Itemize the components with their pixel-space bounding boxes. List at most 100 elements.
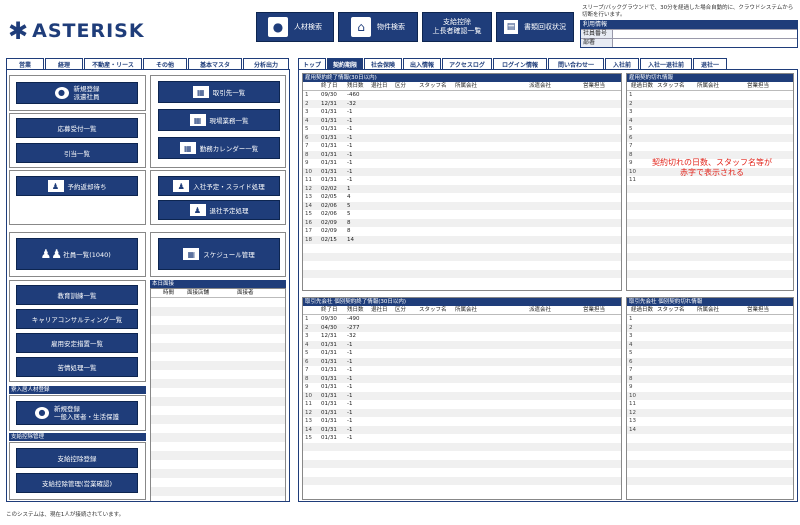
pay-manage-button[interactable]: 支給控除管理(営業確認) [16, 473, 138, 493]
table-row[interactable]: 4 01/31 -1 [303, 340, 621, 349]
table-row[interactable] [627, 244, 793, 253]
table-row[interactable]: 1 [627, 315, 793, 324]
new-dispatch-button[interactable]: ● 新規登録 派遣社員 [16, 82, 138, 104]
table-row[interactable]: 1 [627, 91, 793, 100]
tab-social-insurance[interactable]: 社会保険 [364, 58, 402, 69]
table-row[interactable]: 6 [627, 357, 793, 366]
table-row[interactable]: 4 [627, 116, 793, 125]
table-row[interactable]: 8 01/31 -1 [303, 150, 621, 159]
client-list-button[interactable]: ▦ 取引先一覧 [158, 81, 280, 103]
tab-login-info[interactable]: ログイン情報 [493, 58, 547, 69]
table-row[interactable] [627, 476, 793, 485]
table-row[interactable] [627, 184, 793, 193]
tab-inquiry[interactable]: 問い合わせ一 [548, 58, 604, 69]
table-row[interactable]: 12 01/31 -1 [303, 408, 621, 417]
table-row[interactable] [627, 210, 793, 219]
table-row[interactable]: 3 12/31 -32 [303, 332, 621, 341]
table-row[interactable] [627, 201, 793, 210]
reservation-button[interactable]: ♟ 予約返却待ち [16, 176, 138, 196]
table-row[interactable]: 9 01/31 -1 [303, 159, 621, 168]
table-row[interactable]: 9 01/31 -1 [303, 383, 621, 392]
table-row[interactable] [303, 451, 621, 460]
table-row[interactable]: 5 01/31 -1 [303, 349, 621, 358]
table-row[interactable]: 12 02/02 1 [303, 184, 621, 193]
pay-deduction-approval-button[interactable]: 支給控除 上長者確認一覧 [422, 12, 492, 42]
table-row[interactable] [303, 278, 621, 287]
table-row[interactable] [303, 442, 621, 451]
table-row[interactable]: 13 01/31 -1 [303, 417, 621, 426]
tab-realestate[interactable]: 不動産・リース [84, 58, 142, 69]
tab-accounting[interactable]: 経理 [45, 58, 83, 69]
table-row[interactable] [627, 252, 793, 261]
table-row[interactable] [303, 261, 621, 270]
table-row[interactable]: 14 01/31 -1 [303, 425, 621, 434]
tab-join-leave[interactable]: 入社一退社前 [640, 58, 692, 69]
table-row[interactable]: 2 12/31 -32 [303, 99, 621, 108]
new-general-resident-button[interactable]: ● 新規登録 一般入居者・生活保護 [16, 401, 138, 425]
table-row[interactable]: 8 [627, 374, 793, 383]
table-row[interactable]: 7 01/31 -1 [303, 366, 621, 375]
table-row[interactable] [303, 269, 621, 278]
tab-master[interactable]: 基本マスタ [188, 58, 242, 69]
table-row[interactable]: 7 [627, 366, 793, 375]
career-button[interactable]: キャリアコンサルティング一覧 [16, 309, 138, 329]
table-row[interactable] [627, 459, 793, 468]
table-row[interactable]: 3 01/31 -1 [303, 108, 621, 117]
table-row[interactable]: 11 [627, 400, 793, 409]
table-row[interactable]: 13 [627, 417, 793, 426]
table-row[interactable] [627, 235, 793, 244]
table-row[interactable] [627, 227, 793, 236]
table-row[interactable]: 4 [627, 340, 793, 349]
table-row[interactable]: 18 02/15 14 [303, 235, 621, 244]
handover-button[interactable]: 引当一覧 [16, 143, 138, 163]
table-row[interactable] [627, 193, 793, 202]
tab-top[interactable]: トップ [298, 58, 326, 69]
table-row[interactable]: 1 09/30 -460 [303, 91, 621, 100]
table-row[interactable]: 6 01/31 -1 [303, 357, 621, 366]
table-row[interactable]: 4 01/31 -1 [303, 116, 621, 125]
tab-other[interactable]: その他 [143, 58, 187, 69]
table-row[interactable]: 3 [627, 332, 793, 341]
table-row[interactable]: 2 [627, 323, 793, 332]
table-row[interactable] [627, 451, 793, 460]
education-button[interactable]: 教育訓練一覧 [16, 285, 138, 305]
table-row[interactable] [627, 218, 793, 227]
table-row[interactable]: 2 04/30 -277 [303, 323, 621, 332]
table-row[interactable]: 11 01/31 -1 [303, 400, 621, 409]
leaving-button[interactable]: ♟ 退社予定処理 [158, 200, 280, 220]
table-row[interactable]: 5 01/31 -1 [303, 125, 621, 134]
work-calendar-button[interactable]: ▦ 勤務カレンダー一覧 [158, 137, 280, 159]
table-row[interactable]: 5 [627, 349, 793, 358]
employment-stability-button[interactable]: 雇用安定措置一覧 [16, 333, 138, 353]
table-row[interactable]: 15 01/31 -1 [303, 434, 621, 443]
table-row[interactable] [303, 459, 621, 468]
table-row[interactable] [303, 485, 621, 494]
table-row[interactable] [627, 278, 793, 287]
tab-after-leave[interactable]: 退社一 [693, 58, 727, 69]
table-row[interactable] [627, 468, 793, 477]
workplace-list-button[interactable]: ▦ 現場業務一覧 [158, 109, 280, 131]
table-row[interactable] [627, 434, 793, 443]
table-row[interactable]: 6 01/31 -1 [303, 133, 621, 142]
table-row[interactable] [303, 476, 621, 485]
table-row[interactable] [303, 468, 621, 477]
table-row[interactable] [303, 252, 621, 261]
pay-register-button[interactable]: 支給控除登録 [16, 448, 138, 468]
property-search-button[interactable]: ⌂ 物件検索 [338, 12, 418, 42]
tab-in-out[interactable]: 出入情報 [403, 58, 441, 69]
table-row[interactable]: 3 [627, 108, 793, 117]
table-row[interactable]: 14 02/06 5 [303, 201, 621, 210]
table-row[interactable]: 1 09/30 -490 [303, 315, 621, 324]
table-row[interactable]: 12 [627, 408, 793, 417]
joining-button[interactable]: ♟ 入社予定・スライド処理 [158, 176, 280, 196]
table-row[interactable]: 7 [627, 142, 793, 151]
tab-sales[interactable]: 営業 [6, 58, 44, 69]
table-row[interactable] [627, 485, 793, 494]
table-row[interactable]: 14 [627, 425, 793, 434]
table-row[interactable] [303, 244, 621, 253]
table-row[interactable] [627, 269, 793, 278]
table-row[interactable]: 9 [627, 383, 793, 392]
tab-access-log[interactable]: アクセスログ [442, 58, 492, 69]
schedule-button[interactable]: ▦ スケジュール管理 [158, 238, 280, 270]
table-row[interactable]: 15 02/06 5 [303, 210, 621, 219]
